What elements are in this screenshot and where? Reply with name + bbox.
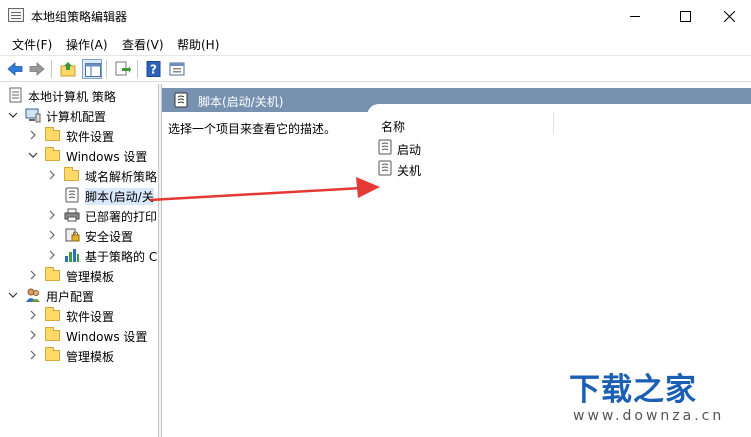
- tree-item-label: 本地计算机 策略: [28, 90, 116, 104]
- folder-icon: [45, 147, 61, 163]
- folder-icon: [64, 167, 80, 183]
- watermark-url: www.downza.cn: [573, 408, 725, 424]
- policy-editor-icon: [8, 8, 24, 22]
- chevron-right-icon[interactable]: [28, 329, 38, 340]
- column-header-name[interactable]: 名称: [381, 118, 405, 135]
- column-divider[interactable]: [553, 112, 554, 134]
- help-button[interactable]: ?: [144, 59, 164, 79]
- tree-item-label: 管理模板: [66, 270, 115, 284]
- chevron-down-icon[interactable]: [8, 289, 18, 299]
- toolbar: ?: [0, 55, 751, 82]
- policy-doc-icon: [7, 87, 23, 103]
- title-bar: 本地组策略编辑器: [0, 0, 751, 32]
- menu-action[interactable]: 操作(A): [66, 36, 108, 53]
- tree-item-label: 基于策略的 C: [85, 250, 158, 264]
- tree-item-label: 软件设置: [66, 130, 115, 144]
- show-hide-tree-button[interactable]: [82, 59, 102, 79]
- up-folder-button[interactable]: [58, 59, 78, 79]
- user-icon: [25, 287, 41, 303]
- tree-item-label: Windows 设置: [66, 150, 148, 164]
- up-folder-icon: [60, 62, 76, 77]
- window-title: 本地组策略编辑器: [31, 10, 128, 24]
- details-header-title: 脚本(启动/关机): [198, 95, 284, 109]
- properties-icon: [169, 62, 185, 76]
- close-button[interactable]: [706, 0, 751, 32]
- chevron-right-icon[interactable]: [47, 169, 57, 180]
- chevron-right-icon[interactable]: [47, 209, 57, 220]
- script-icon: [173, 92, 189, 111]
- printer-icon: [64, 207, 80, 223]
- export-list-icon: [115, 61, 131, 76]
- maximize-button[interactable]: [662, 0, 708, 32]
- folder-icon: [45, 307, 61, 323]
- tree-item-label: 软件设置: [66, 310, 115, 324]
- folder-icon: [45, 327, 61, 343]
- script-icon: [64, 187, 80, 203]
- chevron-right-icon[interactable]: [28, 349, 38, 360]
- policy-tree: 本地计算机 策略 计算机配置 软件设置 Windows 设置 域名解析策略 脚本…: [0, 84, 158, 437]
- list-item-label: 关机: [397, 164, 422, 178]
- tree-item-label: 安全设置: [85, 230, 134, 244]
- help-icon: ?: [146, 61, 161, 77]
- tree-item-label: 管理模板: [66, 350, 115, 364]
- chevron-right-icon[interactable]: [28, 269, 38, 280]
- tree-item-label: 域名解析策略: [85, 170, 158, 184]
- folder-icon: [45, 127, 61, 143]
- folder-icon: [45, 347, 61, 363]
- tree-item-label: 用户配置: [46, 290, 95, 304]
- chevron-down-icon[interactable]: [28, 149, 38, 159]
- security-icon: [64, 227, 80, 243]
- chevron-right-icon[interactable]: [28, 309, 38, 320]
- tree-item-label: 计算机配置: [46, 110, 107, 124]
- back-button[interactable]: [5, 59, 25, 79]
- toolbar-separator: [51, 60, 52, 78]
- script-icon: [377, 160, 393, 179]
- chevron-down-icon[interactable]: [8, 109, 18, 119]
- chevron-right-icon[interactable]: [47, 229, 57, 240]
- back-icon: [7, 62, 23, 76]
- minimize-button[interactable]: [612, 0, 658, 32]
- tree-item-label: 脚本(启动/关: [85, 188, 154, 205]
- minimize-icon: [630, 16, 640, 17]
- menu-view[interactable]: 查看(V): [122, 36, 164, 53]
- show-hide-tree-icon: [85, 63, 101, 77]
- chevron-right-icon[interactable]: [47, 249, 57, 260]
- maximize-icon: [680, 11, 691, 22]
- export-list-button[interactable]: [112, 59, 132, 79]
- script-icon: [377, 139, 393, 158]
- close-icon: [724, 11, 735, 22]
- chart-icon: [64, 247, 80, 263]
- watermark-logo: 下载之家: [569, 372, 697, 408]
- chevron-right-icon[interactable]: [28, 129, 38, 140]
- forward-button[interactable]: [27, 59, 47, 79]
- menu-bar: 文件(F) 操作(A) 查看(V) 帮助(H): [0, 32, 751, 54]
- toolbar-separator: [137, 60, 138, 78]
- folder-icon: [45, 267, 61, 283]
- forward-icon: [29, 62, 45, 76]
- svg-text:?: ?: [150, 63, 157, 77]
- tree-item-label: 已部署的打印: [85, 210, 158, 224]
- list-item-label: 启动: [397, 143, 422, 157]
- computer-icon: [25, 107, 41, 123]
- menu-file[interactable]: 文件(F): [12, 36, 52, 53]
- description-text: 选择一个项目来查看它的描述。: [168, 122, 337, 136]
- menu-help[interactable]: 帮助(H): [177, 36, 219, 53]
- tree-item-label: Windows 设置: [66, 330, 148, 344]
- toolbar-separator: [106, 60, 107, 78]
- properties-button[interactable]: [167, 59, 187, 79]
